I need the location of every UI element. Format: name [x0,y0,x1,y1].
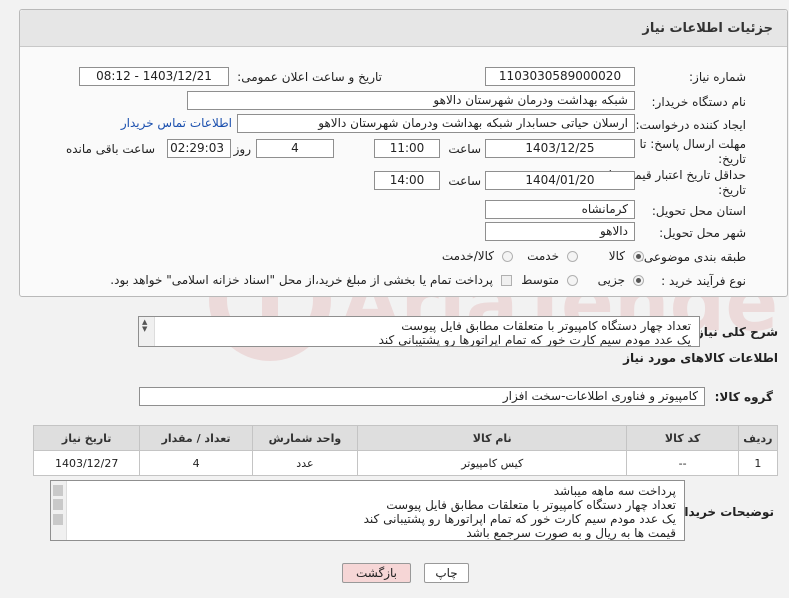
cell-date: 1403/12/27 [32,450,141,476]
description-textarea[interactable]: تعداد چهار دستگاه کامپیوتر با متعلقات مط… [138,316,700,347]
goods-table: ردیف کد کالا نام کالا واحد شمارش تعداد /… [32,425,779,476]
panel-header: جزئیات اطلاعات نیاز [20,10,787,47]
buyer-notes-line-4: قیمت ها به ریال و به صورت سرجمع باشد [466,526,676,540]
province-field: کرمانشاه [485,200,635,219]
payment-checkbox[interactable] [501,275,512,286]
buyer-notes-label: توضیحات خریدار: [672,505,774,519]
category-option-service: خدمت [527,249,559,263]
goods-group-field: کامپیوتر و فناوری اطلاعات-سخت افزار [139,387,705,406]
goods-section-title: اطلاعات کالاهای مورد نیاز [623,351,778,365]
creator-label: ایجاد کننده درخواست: [635,118,746,132]
col-row-header: ردیف [737,425,779,451]
category-label: طبقه بندی موضوعی: [639,250,746,264]
category-radio-service[interactable] [567,251,578,262]
process-radio-medium[interactable] [567,275,578,286]
col-name-header: نام کالا [357,425,628,451]
announce-date-label: تاریخ و ساعت اعلان عمومی: [237,70,382,84]
description-line-1: تعداد چهار دستگاه کامپیوتر با متعلقات مط… [401,319,691,333]
buyer-notes-scrollbar[interactable] [51,481,67,540]
province-label: استان محل تحویل: [651,204,746,218]
city-field: دالاهو [485,222,635,241]
days-field: 4 [256,139,334,158]
category-radio-both[interactable] [502,251,513,262]
col-code-header: کد کالا [626,425,739,451]
announce-date-field: 1403/12/21 - 08:12 [79,67,229,86]
description-label: شرح کلی نیاز: [692,325,778,339]
cell-qty: 4 [139,450,253,476]
need-number-label: شماره نیاز: [689,70,746,84]
col-date-header: تاریخ نیاز [32,425,141,451]
description-line-2: یک عدد مودم سیم کارت خور که تمام اپراتور… [378,333,691,347]
reply-time-label: ساعت [448,142,481,156]
description-scrollbar[interactable]: ▲ ▼ [139,317,155,346]
process-radio-minor[interactable] [633,275,644,286]
creator-field: ارسلان حیاتی حسابدار شبکه بهداشت ودرمان … [237,114,635,133]
process-option-medium: متوسط [521,273,559,287]
buyer-notes-textarea[interactable]: پرداخت سه ماهه میباشد تعداد چهار دستگاه … [50,480,685,541]
goods-group-label: گروه کالا: [714,390,773,404]
back-button[interactable]: بازگشت [342,563,411,583]
remaining-time-field: 02:29:03 [167,139,231,158]
reply-time-field: 11:00 [374,139,440,158]
validity-time-label: ساعت [448,174,481,188]
col-unit-header: واحد شمارش [251,425,359,451]
reply-deadline-label-2: تاریخ: [718,152,746,166]
scroll-thumb-middle[interactable] [53,499,63,510]
reply-date-field: 1403/12/25 [485,139,635,158]
scroll-thumb-top[interactable] [53,485,63,496]
table-row[interactable]: 1 -- کیس کامپیوتر عدد 4 1403/12/27 [32,450,779,476]
category-radio-goods[interactable] [633,251,644,262]
table-header-row: ردیف کد کالا نام کالا واحد شمارش تعداد /… [32,425,779,451]
scroll-thumb-bottom[interactable] [53,514,63,525]
buyer-notes-line-3: یک عدد مودم سیم کارت خور که تمام اپراتور… [363,512,676,526]
remaining-label: ساعت باقی مانده [65,142,155,156]
panel-title: جزئیات اطلاعات نیاز [642,21,773,36]
process-option-minor: جزیی [597,273,625,287]
scroll-down-icon[interactable]: ▼ [142,325,147,333]
print-button[interactable]: چاپ [424,563,469,583]
cell-code: -- [626,450,739,476]
col-qty-header: تعداد / مقدار [139,425,253,451]
buyer-notes-line-1: پرداخت سه ماهه میباشد [553,484,676,498]
buyer-org-field: شبکه بهداشت ودرمان شهرستان دالاهو [187,91,635,110]
cell-unit: عدد [251,450,359,476]
process-label: نوع فرآیند خرید : [661,274,746,288]
cell-name: کیس کامپیوتر [357,450,628,476]
category-option-goods: کالا [608,249,625,263]
city-label: شهر محل تحویل: [659,226,746,240]
min-validity-label-2: تاریخ: [718,183,746,197]
cell-row-number: 1 [737,450,779,476]
buyer-notes-line-2: تعداد چهار دستگاه کامپیوتر با متعلقات مط… [386,498,676,512]
buyer-contact-link[interactable]: اطلاعات تماس خریدار [121,116,232,130]
need-number-field: 1103030589000020 [485,67,635,86]
validity-time-field: 14:00 [374,171,440,190]
payment-note: پرداخت تمام یا بخشی از مبلغ خرید،از محل … [110,273,493,287]
category-option-both: کالا/خدمت [441,249,494,263]
reply-deadline-label: مهلت ارسال پاسخ: تا [639,137,746,151]
validity-date-field: 1404/01/20 [485,171,635,190]
buyer-org-label: نام دستگاه خریدار: [651,95,747,109]
